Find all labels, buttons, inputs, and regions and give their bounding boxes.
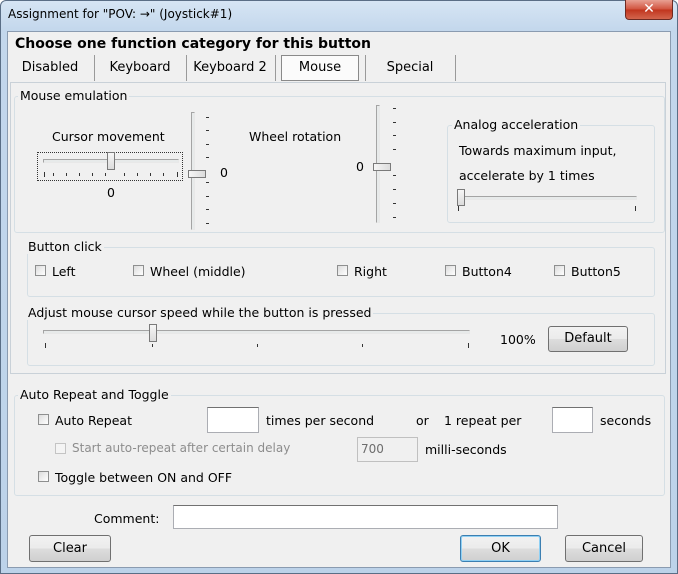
cancel-button[interactable]: Cancel [565,535,643,562]
cursor-speed-slider[interactable] [40,324,473,350]
comment-label: Comment: [94,511,160,526]
delay-ms-input[interactable]: 700 [357,437,418,462]
cursor-speed-label: Adjust mouse cursor speed while the butt… [26,305,374,320]
repeat-seconds-input[interactable] [552,407,593,433]
cursor-x-value: 0 [107,185,115,200]
delay-checkbox[interactable] [55,443,66,454]
analog-acceleration-label: Analog acceleration [452,117,581,132]
tab-mouse[interactable]: Mouse [281,55,359,81]
tab-separator [455,55,456,81]
right-click-label: Right [354,264,387,279]
left-click-checkbox[interactable] [35,265,46,276]
mouse-emulation-label: Mouse emulation [18,88,130,103]
default-button[interactable]: Default [548,326,628,352]
auto-repeat-label: Auto Repeat [55,413,132,428]
toggle-checkbox[interactable] [38,471,49,482]
tab-separator [94,55,95,81]
close-button[interactable]: ✕ [625,0,673,20]
left-click-label: Left [52,264,76,279]
close-icon: ✕ [643,1,655,17]
ok-button[interactable]: OK [460,535,541,562]
comment-input[interactable] [173,505,558,529]
times-per-second-label: times per second [266,413,375,428]
tab-special[interactable]: Special [372,55,448,81]
one-repeat-per-label: 1 repeat per [444,413,522,428]
button4-checkbox[interactable] [445,265,456,276]
button5-checkbox[interactable] [554,265,565,276]
clear-button[interactable]: Clear [29,535,111,562]
wheel-rotation-label: Wheel rotation [249,129,342,144]
tab-disabled[interactable]: Disabled [16,55,84,81]
tab-separator [365,55,366,81]
button4-label: Button4 [462,264,512,279]
middle-click-checkbox[interactable] [133,265,144,276]
instruction-heading: Choose one function category for this bu… [15,36,371,52]
tab-separator [186,55,187,81]
button-click-label: Button click [26,239,104,254]
right-click-checkbox[interactable] [337,265,348,276]
cursor-speed-value: 100% [500,332,536,347]
tab-keyboard-2[interactable]: Keyboard 2 [190,55,270,81]
middle-click-label: Wheel (middle) [150,264,246,279]
wheel-rotation-slider[interactable] [370,103,398,225]
auto-repeat-group-label: Auto Repeat and Toggle [18,387,171,402]
tab-separator [275,55,276,81]
cursor-y-value: 0 [220,165,228,180]
cursor-x-slider[interactable] [37,152,183,181]
seconds-label: seconds [600,413,652,428]
toggle-label: Toggle between ON and OFF [55,470,233,485]
auto-repeat-checkbox[interactable] [38,414,49,425]
milli-seconds-label: milli-seconds [425,442,507,457]
or-label: or [416,413,429,428]
tab-keyboard[interactable]: Keyboard [102,55,178,81]
cursor-y-slider[interactable] [188,110,212,232]
cursor-movement-label: Cursor movement [52,129,165,144]
times-per-second-input[interactable] [207,407,259,433]
analog-acceleration-slider[interactable] [455,189,640,212]
button5-label: Button5 [571,264,621,279]
analog-text-line1: Towards maximum input, [459,143,617,158]
analog-text-line2: accelerate by 1 times [459,168,595,183]
window-title: Assignment for "POV: →" (Joystick#1) [8,7,233,21]
delay-label: Start auto-repeat after certain delay [72,441,291,455]
wheel-value: 0 [356,159,364,174]
